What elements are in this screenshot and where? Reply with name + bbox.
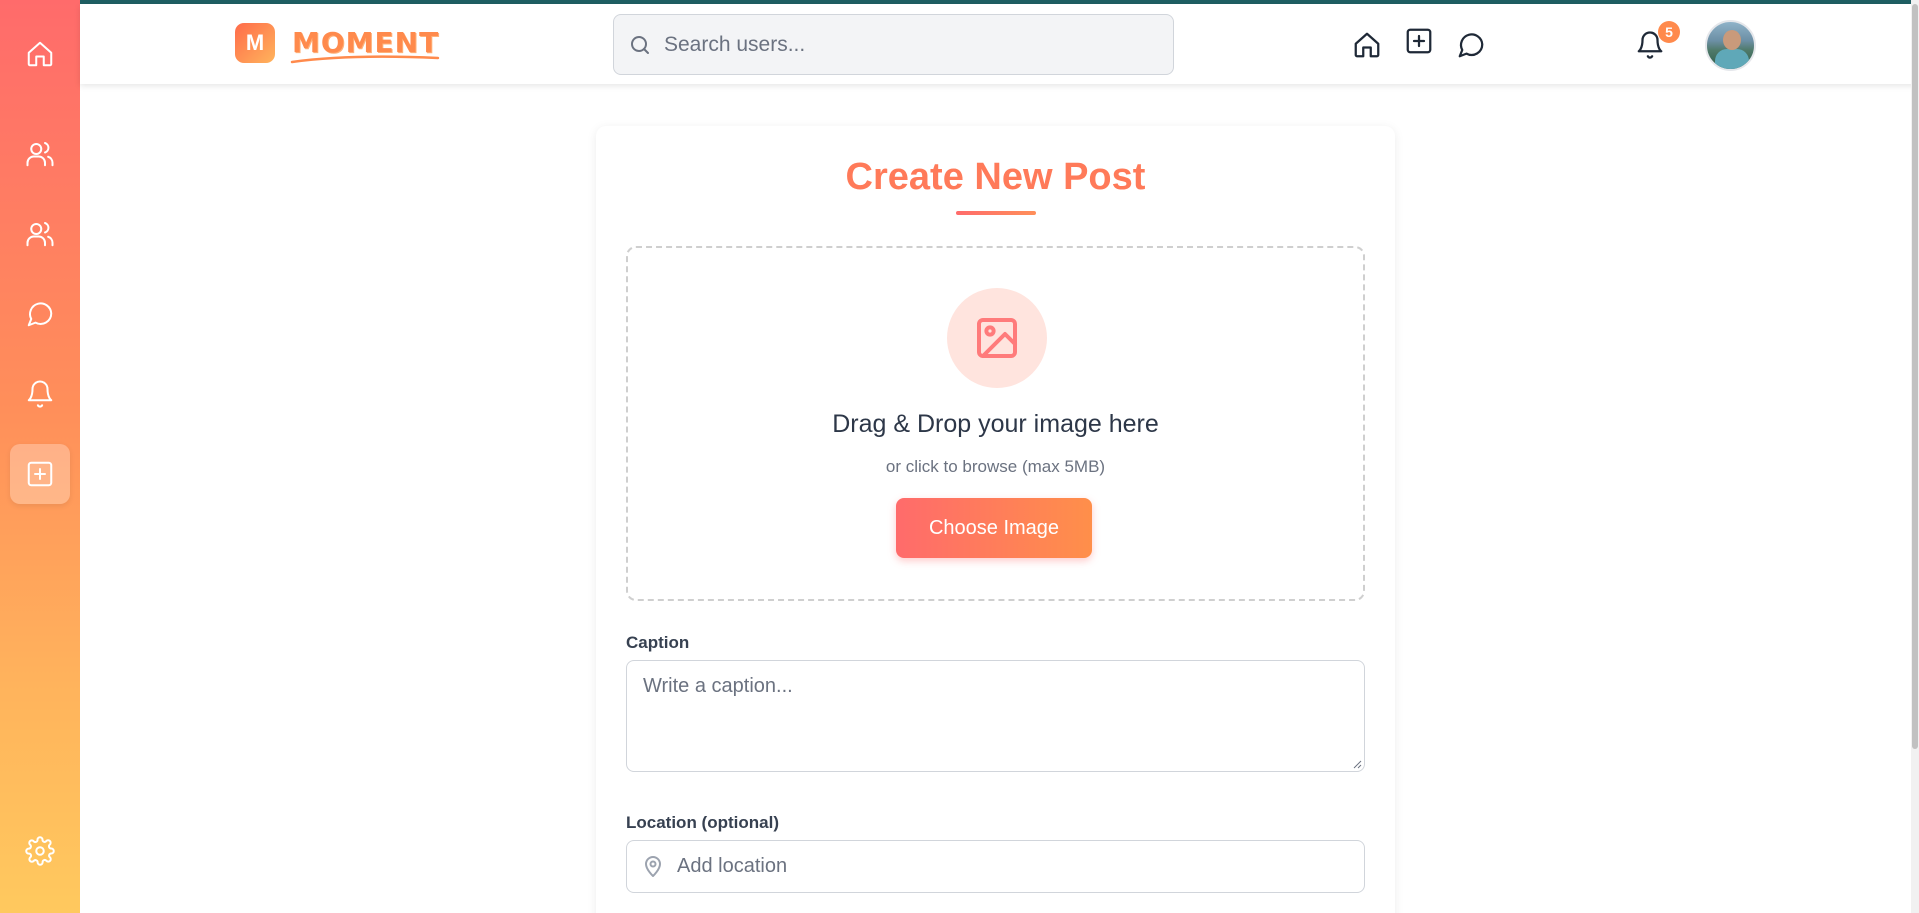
chat-icon bbox=[27, 302, 53, 327]
image-placeholder bbox=[947, 288, 1047, 388]
top-header: M MOMENT 5 bbox=[80, 4, 1919, 84]
sidebar-item-settings[interactable] bbox=[10, 821, 70, 881]
image-icon bbox=[977, 318, 1017, 358]
choose-image-button[interactable]: Choose Image bbox=[896, 498, 1092, 558]
sidebar-item-groups[interactable] bbox=[10, 204, 70, 264]
page-scrollbar[interactable] bbox=[1911, 0, 1919, 913]
gear-icon bbox=[25, 836, 55, 866]
logo-swoosh bbox=[290, 55, 440, 64]
title-underline bbox=[956, 211, 1036, 215]
image-dropzone[interactable]: Drag & Drop your image here or click to … bbox=[626, 246, 1365, 601]
location-label: Location (optional) bbox=[626, 813, 779, 832]
user-avatar[interactable] bbox=[1705, 20, 1756, 71]
page-title: Create New Post bbox=[845, 156, 1146, 198]
header-create-button[interactable] bbox=[1402, 24, 1436, 58]
header-messages-button[interactable] bbox=[1454, 28, 1488, 62]
caption-textarea[interactable] bbox=[626, 660, 1365, 772]
map-pin-icon bbox=[645, 855, 661, 877]
users-icon bbox=[26, 222, 54, 247]
search-input[interactable] bbox=[664, 32, 1144, 57]
home-icon bbox=[27, 41, 53, 67]
sidebar-item-home[interactable] bbox=[10, 24, 70, 84]
sidebar bbox=[0, 0, 80, 913]
home-icon bbox=[1354, 32, 1380, 58]
notification-count-badge: 5 bbox=[1658, 21, 1680, 43]
sidebar-item-messages[interactable] bbox=[10, 284, 70, 344]
location-field[interactable] bbox=[626, 840, 1365, 893]
caption-label: Caption bbox=[626, 633, 690, 652]
chat-icon bbox=[1458, 33, 1484, 58]
sidebar-item-notifications[interactable] bbox=[10, 364, 70, 424]
resize-grip-icon[interactable] bbox=[1352, 759, 1362, 769]
sidebar-item-create[interactable] bbox=[10, 444, 70, 504]
dropzone-title: Drag & Drop your image here bbox=[832, 410, 1159, 438]
location-input[interactable] bbox=[677, 855, 1357, 878]
plus-square-icon bbox=[27, 461, 53, 487]
create-post-card: Create New Post Drag & Drop your image h… bbox=[596, 126, 1395, 913]
search-bar[interactable] bbox=[613, 14, 1174, 75]
header-home-button[interactable] bbox=[1350, 28, 1384, 62]
users-icon bbox=[26, 142, 54, 167]
sidebar-item-friends[interactable] bbox=[10, 124, 70, 184]
plus-square-icon bbox=[1406, 28, 1432, 54]
scrollbar-thumb[interactable] bbox=[1912, 4, 1918, 749]
logo-badge[interactable]: M bbox=[235, 23, 275, 63]
dropzone-subtitle: or click to browse (max 5MB) bbox=[885, 457, 1106, 476]
bell-icon bbox=[27, 380, 53, 408]
search-icon bbox=[631, 35, 649, 54]
